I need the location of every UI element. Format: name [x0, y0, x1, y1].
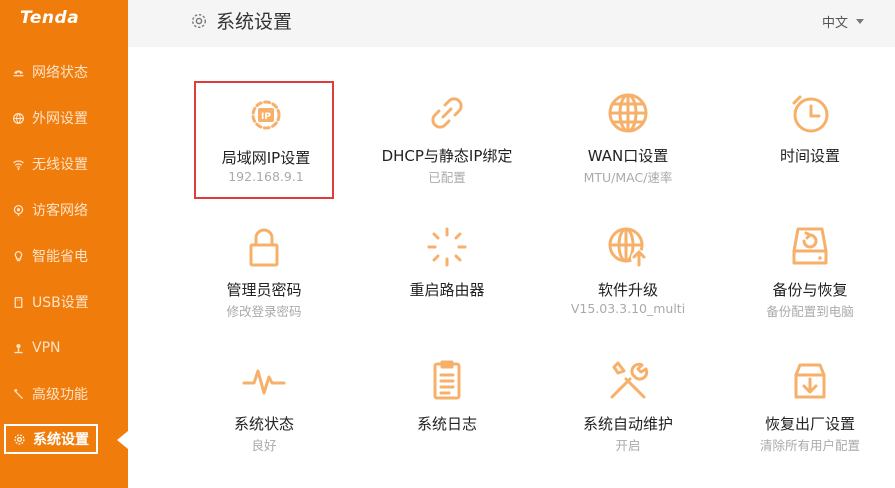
tile-lan-ip[interactable]: IP 局域网IP设置 192.168.9.1: [194, 81, 334, 199]
header: 系统设置 中文: [128, 0, 895, 47]
usb-icon: [10, 294, 26, 310]
language-selector[interactable]: 中文: [822, 12, 865, 31]
tile-time[interactable]: 时间设置: [740, 81, 880, 199]
wrench-icon: [10, 386, 26, 402]
tenda-logo[interactable]: Tenda: [20, 8, 79, 28]
svg-text:IP: IP: [261, 112, 271, 122]
spinner-icon: [427, 227, 467, 267]
wifi-icon: [10, 156, 26, 172]
tile-title: 系统自动维护: [582, 415, 673, 433]
tile-factory-reset[interactable]: 恢复出厂设置 清除所有用户配置: [740, 349, 880, 467]
page-title-text: 系统设置: [216, 11, 293, 33]
sidebar-item-label: 无线设置: [32, 157, 88, 173]
link-icon: [431, 97, 463, 129]
tile-system-log[interactable]: 系统日志: [377, 349, 517, 467]
sidebar-item-usb[interactable]: USB设置: [0, 284, 128, 320]
bulb-icon: [10, 248, 26, 264]
tile-title: 系统状态: [233, 415, 294, 433]
sidebar-item-label: 网络状态: [32, 65, 88, 81]
chevron-down-icon: [856, 19, 865, 24]
sidebar-item-advanced[interactable]: 高级功能: [0, 376, 128, 412]
sidebar-item-label: USB设置: [32, 295, 89, 311]
tile-title: 局域网IP设置: [221, 149, 311, 167]
sidebar-item-label: VPN: [32, 340, 61, 356]
sidebar-item-guest[interactable]: 访客网络: [0, 192, 128, 228]
log-icon: [433, 360, 461, 400]
sidebar-item-wireless[interactable]: 无线设置: [0, 146, 128, 182]
pulse-icon: [242, 369, 286, 395]
lock-icon: [249, 228, 279, 267]
tile-title: 时间设置: [779, 147, 840, 165]
network-status-icon: [10, 64, 26, 80]
globe-icon: [608, 93, 648, 133]
language-label: 中文: [822, 16, 849, 31]
clock-icon: [792, 95, 829, 133]
tile-subtitle: 修改登录密码: [226, 304, 302, 319]
sidebar-item-label: 智能省电: [32, 249, 88, 265]
tile-title: 重启路由器: [409, 281, 485, 299]
page-title: 系统设置: [190, 7, 292, 34]
tile-auto-maintenance[interactable]: 系统自动维护 开启: [558, 349, 698, 467]
tile-backup-restore[interactable]: 备份与恢复 备份配置到电脑: [740, 215, 880, 333]
tile-subtitle: MTU/MAC/速率: [583, 170, 673, 185]
tile-title: DHCP与静态IP绑定: [381, 147, 513, 165]
tile-title: 软件升级: [597, 281, 658, 299]
tile-subtitle: 已配置: [428, 170, 466, 185]
tile-title: WAN口设置: [587, 147, 669, 165]
tools-icon: [610, 361, 649, 399]
backup-icon: [792, 227, 828, 265]
tile-title: 管理员密码: [226, 281, 302, 299]
sidebar-item-power-saving[interactable]: 智能省电: [0, 238, 128, 274]
tile-subtitle: 192.168.9.1: [228, 169, 304, 184]
tile-title: 恢复出厂设置: [764, 415, 855, 433]
sidebar: Tenda 网络状态 外网设置 无线设置 访客网络 智能省电 USB设置 VPN…: [0, 0, 128, 488]
tile-system-status[interactable]: 系统状态 良好: [194, 349, 334, 467]
tile-dhcp[interactable]: DHCP与静态IP绑定 已配置: [377, 81, 517, 199]
sidebar-item-label: 系统设置: [33, 432, 89, 448]
guest-icon: [10, 202, 26, 218]
restore-box-icon: [794, 363, 826, 399]
tile-wan-port[interactable]: WAN口设置 MTU/MAC/速率: [558, 81, 698, 199]
tile-subtitle: 备份配置到电脑: [766, 304, 854, 319]
vpn-icon: [10, 340, 26, 356]
tile-subtitle: 开启: [615, 438, 641, 453]
tile-reboot[interactable]: 重启路由器: [377, 215, 517, 333]
sidebar-item-wan[interactable]: 外网设置: [0, 100, 128, 136]
sidebar-item-label: 访客网络: [32, 203, 88, 219]
globe-icon: [10, 110, 26, 126]
active-nav-pointer: [117, 431, 128, 449]
tile-subtitle: 清除所有用户配置: [759, 438, 860, 453]
gear-icon: [11, 431, 27, 447]
sidebar-item-network-status[interactable]: 网络状态: [0, 54, 128, 90]
tile-admin-password[interactable]: 管理员密码 修改登录密码: [194, 215, 334, 333]
sidebar-item-vpn[interactable]: VPN: [0, 330, 128, 366]
lan-gear-icon: IP: [251, 100, 281, 130]
sidebar-item-label: 外网设置: [32, 111, 88, 127]
tile-firmware-upgrade[interactable]: 软件升级 V15.03.3.10_multi: [558, 215, 698, 333]
sidebar-item-label: 高级功能: [32, 387, 88, 403]
tile-title: 备份与恢复: [772, 281, 848, 299]
tile-title: 系统日志: [416, 415, 477, 433]
tile-subtitle: V15.03.3.10_multi: [570, 301, 686, 316]
tile-subtitle: 良好: [251, 438, 277, 453]
globe-upload-icon: [608, 227, 647, 267]
sidebar-item-system-settings[interactable]: 系统设置: [4, 424, 98, 454]
gear-icon: [191, 13, 207, 28]
